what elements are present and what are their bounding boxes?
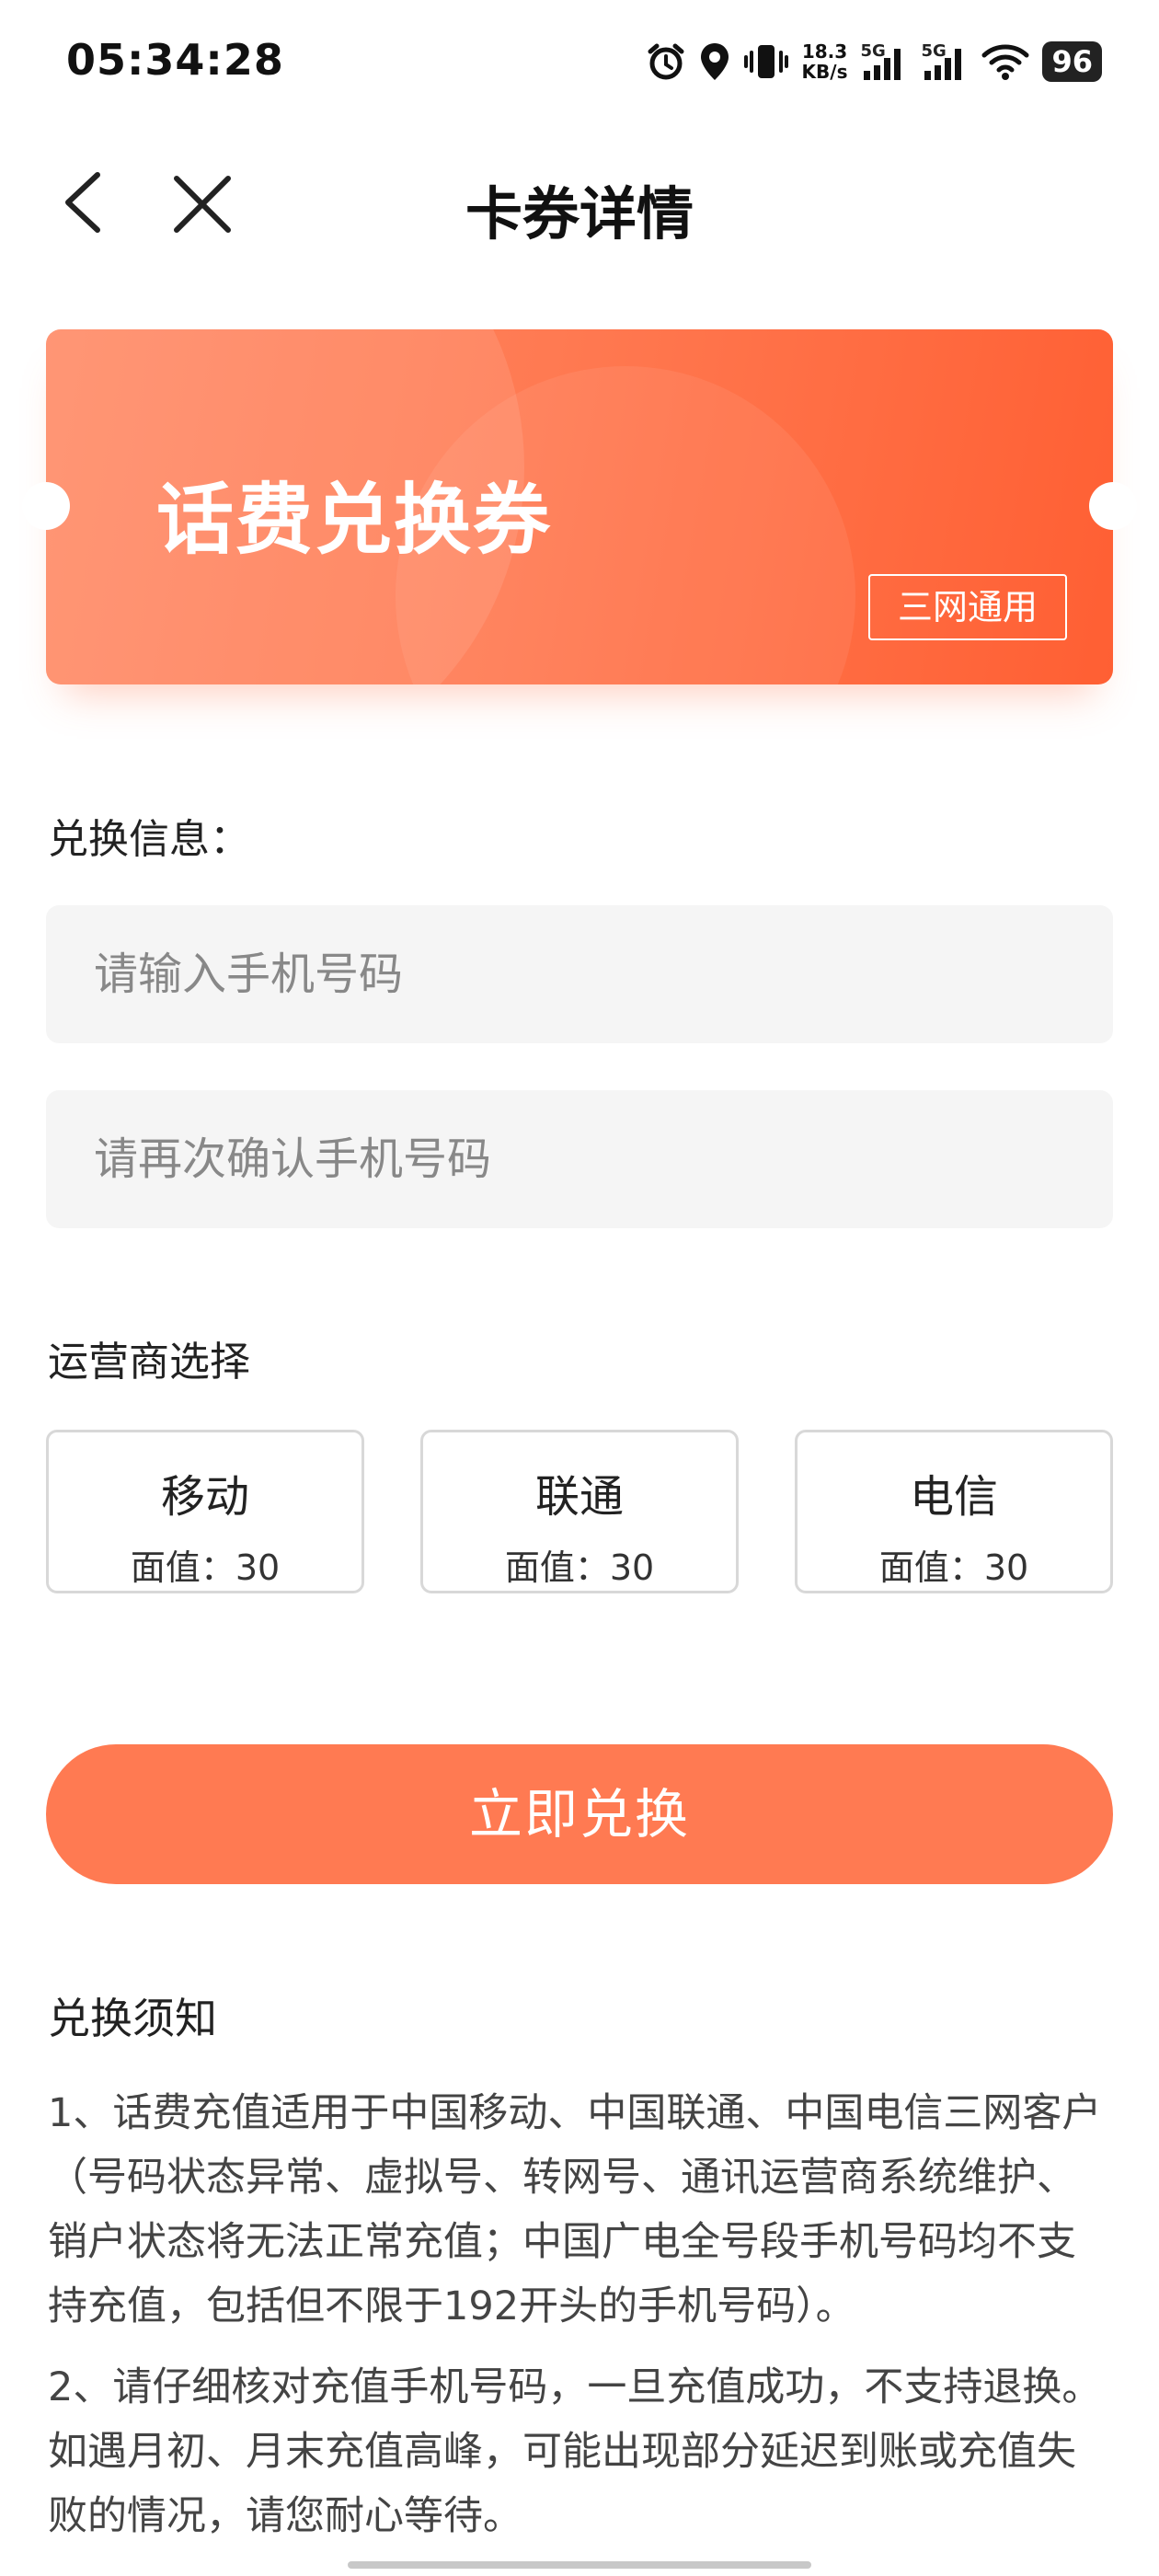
- notice-title: 兑换须知: [48, 1994, 217, 2043]
- home-indicator[interactable]: [348, 2561, 811, 2569]
- carrier-face-value: 面值：30: [504, 1547, 655, 1588]
- signal-bars-icon: [864, 49, 901, 80]
- carrier-label: 运营商选择: [48, 1339, 250, 1386]
- wifi-icon: [981, 44, 1029, 80]
- redeem-button[interactable]: 立即兑换: [46, 1744, 1113, 1884]
- phone-input[interactable]: [46, 905, 1113, 1043]
- vibrate-icon: [743, 45, 788, 78]
- net-speed-value: 18.3: [801, 40, 848, 63]
- close-button[interactable]: [166, 167, 239, 241]
- carrier-option-unicom[interactable]: 联通 面值：30: [420, 1430, 739, 1593]
- net-speed: 18.3 KB/s: [802, 41, 848, 82]
- signal-sim2: 5G: [921, 41, 969, 82]
- status-time: 05:34:28: [66, 35, 284, 85]
- close-icon: [174, 176, 231, 233]
- notice-item-1: 1、话费充值适用于中国移动、中国联通、中国电信三网客户（号码状态异常、虚拟号、转…: [48, 2090, 1102, 2329]
- carrier-name: 电信: [909, 1471, 998, 1523]
- net-speed-unit: KB/s: [801, 61, 848, 83]
- coupon-card: 话费兑换券 三网通用: [46, 329, 1113, 684]
- carrier-option-telecom[interactable]: 电信 面值：30: [795, 1430, 1113, 1593]
- status-icons: 18.3 KB/s 5G 5G 96: [646, 33, 1102, 90]
- signal-sim1: 5G: [860, 41, 908, 82]
- chevron-left-icon: [65, 172, 100, 233]
- exchange-info-label: 兑换信息：: [48, 816, 250, 863]
- alarm-icon: [648, 43, 684, 80]
- coupon-notch-right: [1089, 482, 1137, 530]
- carrier-option-mobile[interactable]: 移动 面值：30: [46, 1430, 364, 1593]
- notice-item-2: 2、请仔细核对充值手机号码，一旦充值成功，不支持退换。如遇月初、月末充值高峰，可…: [48, 2364, 1102, 2539]
- coupon-title: 话费兑换券: [156, 475, 553, 565]
- carrier-name: 移动: [160, 1471, 249, 1523]
- coupon-notch-left: [22, 482, 70, 530]
- carrier-face-value: 面值：30: [130, 1547, 281, 1588]
- back-button[interactable]: [52, 166, 116, 239]
- location-icon: [700, 43, 729, 80]
- battery-indicator: 96: [1042, 41, 1102, 82]
- confirm-phone-input[interactable]: [46, 1090, 1113, 1228]
- coupon-badge: 三网通用: [867, 574, 1067, 640]
- carrier-name: 联通: [534, 1471, 624, 1523]
- signal-bars-icon: [924, 49, 962, 80]
- carrier-face-value: 面值：30: [878, 1547, 1029, 1588]
